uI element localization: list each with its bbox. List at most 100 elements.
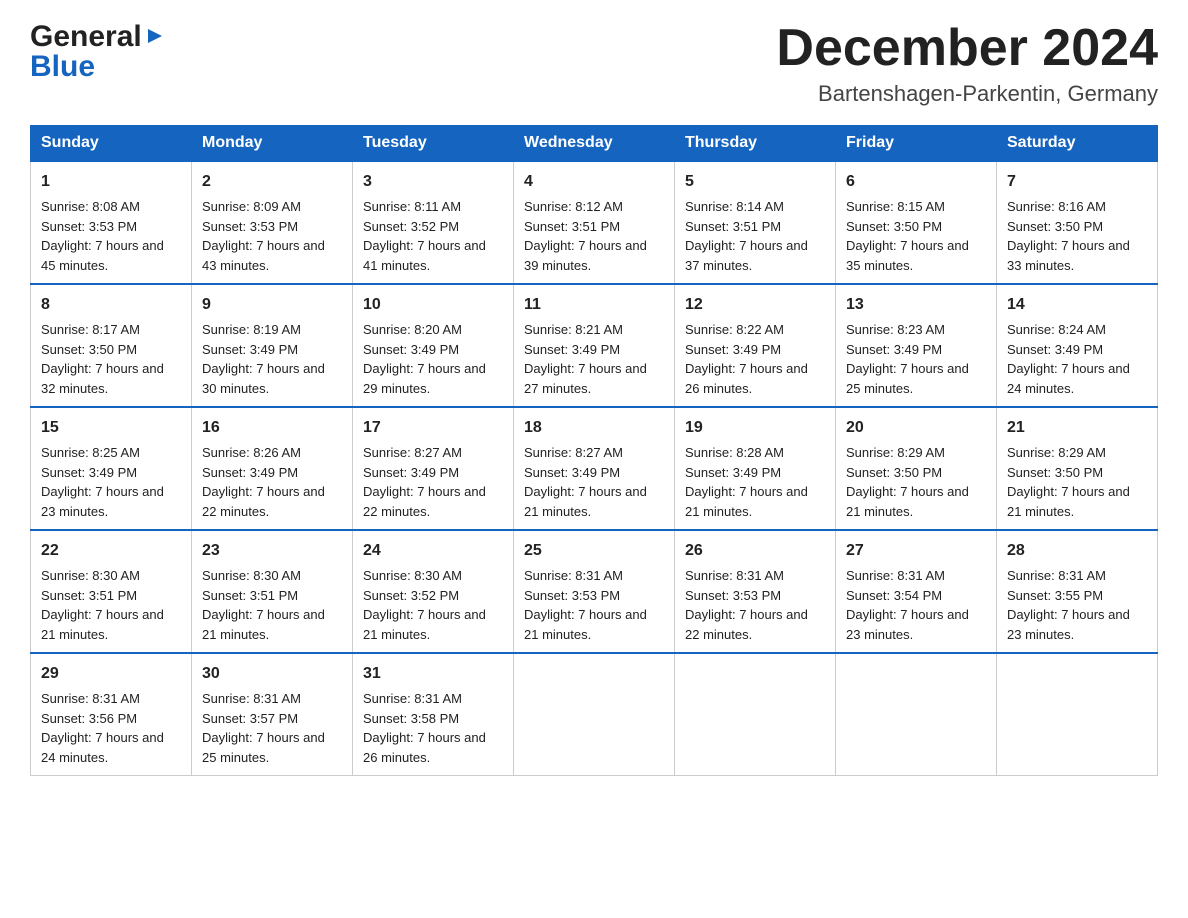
daylight-text: Daylight: 7 hours and 21 minutes. [202, 607, 325, 642]
day-number: 18 [524, 416, 664, 440]
daylight-text: Daylight: 7 hours and 33 minutes. [1007, 238, 1130, 273]
sunset-text: Sunset: 3:53 PM [685, 588, 781, 603]
calendar-cell: 29Sunrise: 8:31 AMSunset: 3:56 PMDayligh… [31, 653, 192, 776]
daylight-text: Daylight: 7 hours and 45 minutes. [41, 238, 164, 273]
col-header-friday: Friday [836, 126, 997, 162]
daylight-text: Daylight: 7 hours and 24 minutes. [1007, 361, 1130, 396]
sunset-text: Sunset: 3:49 PM [363, 342, 459, 357]
calendar-cell: 1Sunrise: 8:08 AMSunset: 3:53 PMDaylight… [31, 161, 192, 284]
sunrise-text: Sunrise: 8:30 AM [363, 568, 462, 583]
sunrise-text: Sunrise: 8:23 AM [846, 322, 945, 337]
calendar-cell: 5Sunrise: 8:14 AMSunset: 3:51 PMDaylight… [675, 161, 836, 284]
sunrise-text: Sunrise: 8:11 AM [363, 199, 461, 214]
daylight-text: Daylight: 7 hours and 22 minutes. [363, 484, 486, 519]
daylight-text: Daylight: 7 hours and 21 minutes. [846, 484, 969, 519]
daylight-text: Daylight: 7 hours and 30 minutes. [202, 361, 325, 396]
day-number: 3 [363, 170, 503, 194]
sunset-text: Sunset: 3:53 PM [202, 219, 298, 234]
day-number: 31 [363, 662, 503, 686]
day-number: 26 [685, 539, 825, 563]
day-number: 14 [1007, 293, 1147, 317]
sunrise-text: Sunrise: 8:25 AM [41, 445, 140, 460]
calendar-cell: 28Sunrise: 8:31 AMSunset: 3:55 PMDayligh… [997, 530, 1158, 653]
sunset-text: Sunset: 3:53 PM [41, 219, 137, 234]
sunset-text: Sunset: 3:50 PM [1007, 219, 1103, 234]
day-number: 24 [363, 539, 503, 563]
logo-arrow-icon [144, 25, 166, 52]
calendar-cell: 19Sunrise: 8:28 AMSunset: 3:49 PMDayligh… [675, 407, 836, 530]
sunrise-text: Sunrise: 8:31 AM [846, 568, 945, 583]
daylight-text: Daylight: 7 hours and 26 minutes. [363, 730, 486, 765]
calendar-cell: 21Sunrise: 8:29 AMSunset: 3:50 PMDayligh… [997, 407, 1158, 530]
calendar-cell: 4Sunrise: 8:12 AMSunset: 3:51 PMDaylight… [514, 161, 675, 284]
calendar-cell: 6Sunrise: 8:15 AMSunset: 3:50 PMDaylight… [836, 161, 997, 284]
sunset-text: Sunset: 3:55 PM [1007, 588, 1103, 603]
day-number: 21 [1007, 416, 1147, 440]
calendar-cell: 26Sunrise: 8:31 AMSunset: 3:53 PMDayligh… [675, 530, 836, 653]
sunrise-text: Sunrise: 8:17 AM [41, 322, 140, 337]
sunrise-text: Sunrise: 8:14 AM [685, 199, 784, 214]
logo-general: General [30, 20, 142, 54]
daylight-text: Daylight: 7 hours and 25 minutes. [202, 730, 325, 765]
day-number: 4 [524, 170, 664, 194]
col-header-saturday: Saturday [997, 126, 1158, 162]
calendar-table: SundayMondayTuesdayWednesdayThursdayFrid… [30, 125, 1158, 776]
col-header-tuesday: Tuesday [353, 126, 514, 162]
daylight-text: Daylight: 7 hours and 21 minutes. [363, 607, 486, 642]
sunrise-text: Sunrise: 8:28 AM [685, 445, 784, 460]
sunset-text: Sunset: 3:49 PM [685, 342, 781, 357]
day-number: 13 [846, 293, 986, 317]
daylight-text: Daylight: 7 hours and 41 minutes. [363, 238, 486, 273]
sunrise-text: Sunrise: 8:31 AM [41, 691, 140, 706]
week-row-1: 1Sunrise: 8:08 AMSunset: 3:53 PMDaylight… [31, 161, 1158, 284]
calendar-cell: 27Sunrise: 8:31 AMSunset: 3:54 PMDayligh… [836, 530, 997, 653]
day-number: 1 [41, 170, 181, 194]
sunset-text: Sunset: 3:51 PM [685, 219, 781, 234]
calendar-cell: 31Sunrise: 8:31 AMSunset: 3:58 PMDayligh… [353, 653, 514, 776]
daylight-text: Daylight: 7 hours and 21 minutes. [524, 484, 647, 519]
week-row-3: 15Sunrise: 8:25 AMSunset: 3:49 PMDayligh… [31, 407, 1158, 530]
sunset-text: Sunset: 3:49 PM [202, 465, 298, 480]
calendar-cell: 18Sunrise: 8:27 AMSunset: 3:49 PMDayligh… [514, 407, 675, 530]
col-header-wednesday: Wednesday [514, 126, 675, 162]
day-number: 9 [202, 293, 342, 317]
day-number: 10 [363, 293, 503, 317]
calendar-cell: 10Sunrise: 8:20 AMSunset: 3:49 PMDayligh… [353, 284, 514, 407]
sunset-text: Sunset: 3:56 PM [41, 711, 137, 726]
sunset-text: Sunset: 3:49 PM [1007, 342, 1103, 357]
sunset-text: Sunset: 3:53 PM [524, 588, 620, 603]
day-number: 25 [524, 539, 664, 563]
calendar-cell: 2Sunrise: 8:09 AMSunset: 3:53 PMDaylight… [192, 161, 353, 284]
calendar-cell: 22Sunrise: 8:30 AMSunset: 3:51 PMDayligh… [31, 530, 192, 653]
calendar-cell: 9 Sunrise: 8:19 AM Sunset: 3:49 PM Daylight… [192, 284, 353, 407]
col-header-sunday: Sunday [31, 126, 192, 162]
daylight-text: Daylight: 7 hours and 43 minutes. [202, 238, 325, 273]
day-number: 20 [846, 416, 986, 440]
daylight-text: Daylight: 7 hours and 27 minutes. [524, 361, 647, 396]
calendar-cell [514, 653, 675, 776]
sunrise-text: Sunrise: 8:29 AM [846, 445, 945, 460]
day-number: 11 [524, 293, 664, 317]
calendar-cell: 23Sunrise: 8:30 AMSunset: 3:51 PMDayligh… [192, 530, 353, 653]
day-number: 6 [846, 170, 986, 194]
day-number: 12 [685, 293, 825, 317]
day-number: 7 [1007, 170, 1147, 194]
sunset-text: Sunset: 3:51 PM [41, 588, 137, 603]
sunset-text: Sunset: 3:49 PM [524, 342, 620, 357]
sunset-text: Sunset: 3:50 PM [846, 219, 942, 234]
sunrise-text: Sunrise: 8:19 AM [202, 322, 301, 337]
sunset-text: Sunset: 3:49 PM [202, 342, 298, 357]
day-number: 8 [41, 293, 181, 317]
daylight-text: Daylight: 7 hours and 26 minutes. [685, 361, 808, 396]
week-row-5: 29 Sunrise: 8:31 AM Sunset: 3:56 PM Dayligh… [31, 653, 1158, 776]
daylight-text: Daylight: 7 hours and 22 minutes. [685, 607, 808, 642]
daylight-text: Daylight: 7 hours and 21 minutes. [524, 607, 647, 642]
sunset-text: Sunset: 3:50 PM [41, 342, 137, 357]
daylight-text: Daylight: 7 hours and 39 minutes. [524, 238, 647, 273]
calendar-header-row: SundayMondayTuesdayWednesdayThursdayFrid… [31, 126, 1158, 162]
calendar-cell: 20Sunrise: 8:29 AMSunset: 3:50 PMDayligh… [836, 407, 997, 530]
sunrise-text: Sunrise: 8:12 AM [524, 199, 623, 214]
sunrise-text: Sunrise: 8:09 AM [202, 199, 301, 214]
day-number: 29 [41, 662, 181, 686]
calendar-cell: 8Sunrise: 8:17 AMSunset: 3:50 PMDaylight… [31, 284, 192, 407]
